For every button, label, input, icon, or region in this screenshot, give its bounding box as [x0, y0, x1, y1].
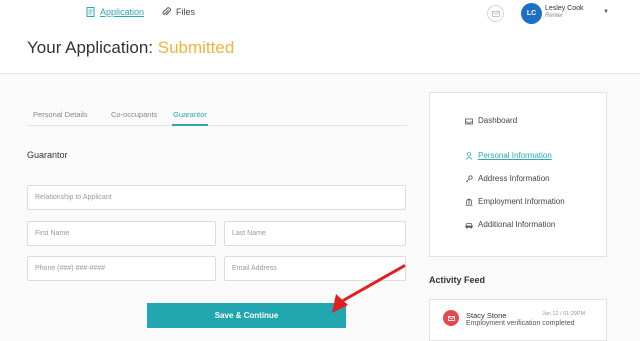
activity-item-date: Jan 12 / 01:29PM	[542, 311, 586, 317]
email-field[interactable]: Email Address	[224, 256, 406, 281]
nav-files-link[interactable]: Files	[162, 7, 195, 17]
sidebar-item-employment-information[interactable]: Employment Information	[465, 197, 565, 206]
status-badge: Submitted	[157, 38, 235, 57]
sidebar-item-address-information[interactable]: Address Information	[465, 174, 550, 183]
phone-field[interactable]: Phone (###) ###-####	[27, 256, 216, 281]
sidebar-item-label: Dashboard	[478, 116, 518, 125]
tab-guarantor[interactable]: Guarantor	[173, 110, 207, 119]
section-title: Guarantor	[27, 150, 68, 160]
bank-icon	[465, 198, 473, 206]
document-icon	[86, 7, 95, 17]
sidebar-item-label: Employment Information	[478, 197, 565, 206]
sidebar-item-label: Address Information	[478, 174, 550, 183]
nav-application-label: Application	[100, 7, 145, 17]
activity-item[interactable]: Stacy Stone Jan 12 / 01:29PM Employment …	[429, 299, 607, 341]
page-title: Your Application: Submitted	[27, 38, 234, 58]
user-role: Renter	[545, 13, 564, 19]
key-icon	[465, 174, 473, 182]
paperclip-icon	[162, 7, 171, 16]
chevron-down-icon[interactable]: ▼	[603, 9, 609, 15]
messages-button[interactable]	[487, 5, 504, 22]
page-title-text: Your Application:	[27, 38, 158, 57]
first-name-field[interactable]: First Name	[27, 221, 216, 246]
divider	[0, 73, 640, 74]
active-tab-indicator	[172, 124, 208, 126]
application-tabs: Personal Details Co-occupants Guarantor	[27, 110, 407, 126]
activity-item-text: Employment verification completed	[466, 320, 575, 327]
tab-co-occupants[interactable]: Co-occupants	[111, 110, 157, 119]
envelope-icon	[491, 10, 500, 17]
sidebar-item-personal-information[interactable]: Personal Information	[465, 151, 552, 160]
sidebar-item-label: Personal Information	[478, 151, 552, 160]
relationship-field[interactable]: Relationship to Applicant	[27, 185, 406, 210]
tab-personal-details[interactable]: Personal Details	[33, 110, 88, 119]
nav-application-link[interactable]: Application	[86, 7, 144, 17]
nav-files-label: Files	[176, 7, 196, 17]
top-navigation: Application Files LC Lesley Cook Renter …	[0, 0, 640, 30]
activity-item-name: Stacy Stone	[466, 311, 507, 320]
save-continue-button[interactable]: Save & Continue	[147, 303, 346, 328]
last-name-field[interactable]: Last Name	[224, 221, 406, 246]
inbox-icon	[465, 118, 473, 124]
car-icon	[465, 222, 473, 229]
activity-feed-title: Activity Feed	[429, 275, 486, 285]
sidebar-item-label: Additional Information	[478, 220, 556, 229]
sidebar-item-additional-information[interactable]: Additional Information	[465, 220, 555, 229]
user-name[interactable]: Lesley Cook	[545, 5, 584, 12]
sidebar-menu: Dashboard Personal Information Address I…	[429, 92, 607, 257]
mail-icon	[443, 310, 459, 326]
person-icon	[465, 151, 473, 160]
sidebar-item-dashboard[interactable]: Dashboard	[465, 116, 517, 125]
avatar[interactable]: LC	[521, 3, 542, 24]
